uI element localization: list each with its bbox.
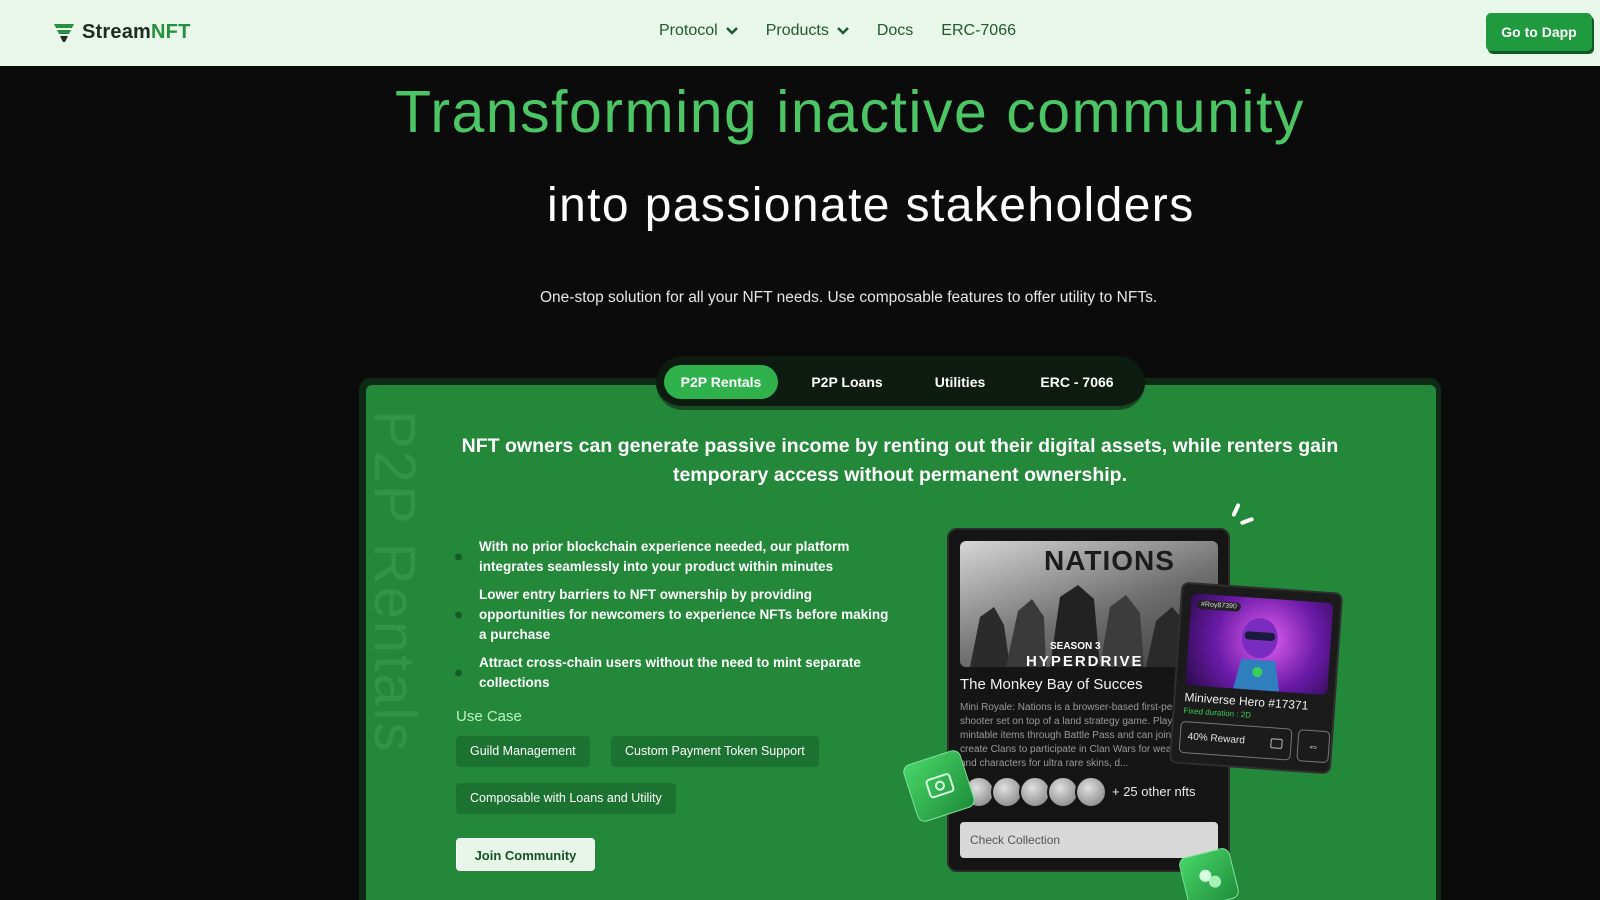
list-item: Attract cross-chain users without the ne… — [455, 653, 895, 693]
nav-docs[interactable]: Docs — [877, 22, 913, 40]
bullet-dot-icon — [455, 669, 462, 677]
logo[interactable]: StreamNFT — [52, 20, 191, 44]
streamnft-logo-icon — [54, 24, 74, 42]
nft-tag: #Roy87390 — [1196, 599, 1242, 612]
feature-bullets: With no prior blockchain experience need… — [455, 537, 895, 701]
use-case-composable[interactable]: Composable with Loans and Utility — [456, 783, 676, 814]
tab-utilities[interactable]: Utilities — [912, 365, 1008, 399]
vertical-section-label: P2P Rentals — [362, 410, 430, 800]
swap-button[interactable]: ⇔ — [1296, 729, 1331, 764]
hero-title-line2: into passionate stakeholders — [547, 179, 1195, 232]
collection-title: The Monkey Bay of Succes — [960, 676, 1143, 693]
hero-title-line1: Transforming inactive community — [395, 79, 1305, 145]
bullet-dot-icon — [455, 553, 462, 561]
nav-erc7066-label: ERC-7066 — [941, 22, 1016, 39]
vertical-label-text: P2P Rentals — [362, 410, 427, 754]
reward-badge[interactable]: 40% Reward — [1178, 720, 1293, 761]
join-community-button[interactable]: Join Community — [456, 838, 595, 871]
use-case-label: Use Case — [456, 708, 522, 725]
nft-image: #Roy87390 — [1185, 593, 1334, 695]
tab-erc-7066[interactable]: ERC - 7066 — [1018, 365, 1136, 399]
use-case-custom-payment-token[interactable]: Custom Payment Token Support — [611, 736, 819, 767]
feature-tabs: P2P Rentals P2P Loans Utilities ERC - 70… — [656, 356, 1145, 410]
top-nav: StreamNFT Protocol Products Docs ERC-706… — [0, 0, 1600, 66]
hyperdrive-label: HYPERDRIVE — [1026, 653, 1144, 667]
nav-protocol-label: Protocol — [659, 22, 718, 39]
bullet-dot-icon — [455, 611, 462, 619]
panel-heading: NFT owners can generate passive income b… — [461, 435, 1339, 486]
season-label: SEASON 3 — [1050, 641, 1101, 652]
reward-label: 40% Reward — [1187, 731, 1246, 747]
nft-card[interactable]: #Roy87390 Miniverse Hero #17371 Fixed du… — [1168, 581, 1344, 775]
nav-products[interactable]: Products — [766, 22, 849, 40]
list-item: With no prior blockchain experience need… — [455, 537, 895, 577]
logo-text: StreamNFT — [82, 20, 191, 43]
hero-character-artwork — [1233, 618, 1280, 692]
hero-subtitle: One-stop solution for all your NFT needs… — [540, 289, 1158, 306]
wallet-icon — [1270, 738, 1283, 749]
check-collection-button[interactable]: Check Collection — [960, 822, 1218, 858]
nav-products-label: Products — [765, 22, 829, 39]
more-nfts-count: + 25 other nfts — [1112, 784, 1196, 799]
nav-docs-label: Docs — [876, 22, 914, 39]
chevron-down-icon — [725, 27, 738, 35]
nav-links: Protocol Products Docs ERC-7066 — [659, 22, 1016, 40]
chevron-down-icon — [836, 27, 849, 35]
nations-logo-text: NATIONS — [1044, 545, 1175, 576]
tab-p2p-rentals[interactable]: P2P Rentals — [664, 365, 778, 399]
avatar — [1075, 776, 1107, 808]
tab-p2p-loans[interactable]: P2P Loans — [792, 365, 902, 399]
nav-erc7066[interactable]: ERC-7066 — [941, 22, 1016, 40]
list-item: Lower entry barriers to NFT ownership by… — [455, 585, 895, 645]
use-case-guild-management[interactable]: Guild Management — [456, 736, 590, 767]
nav-protocol[interactable]: Protocol — [659, 22, 738, 40]
go-to-dapp-button[interactable]: Go to Dapp — [1486, 13, 1592, 51]
